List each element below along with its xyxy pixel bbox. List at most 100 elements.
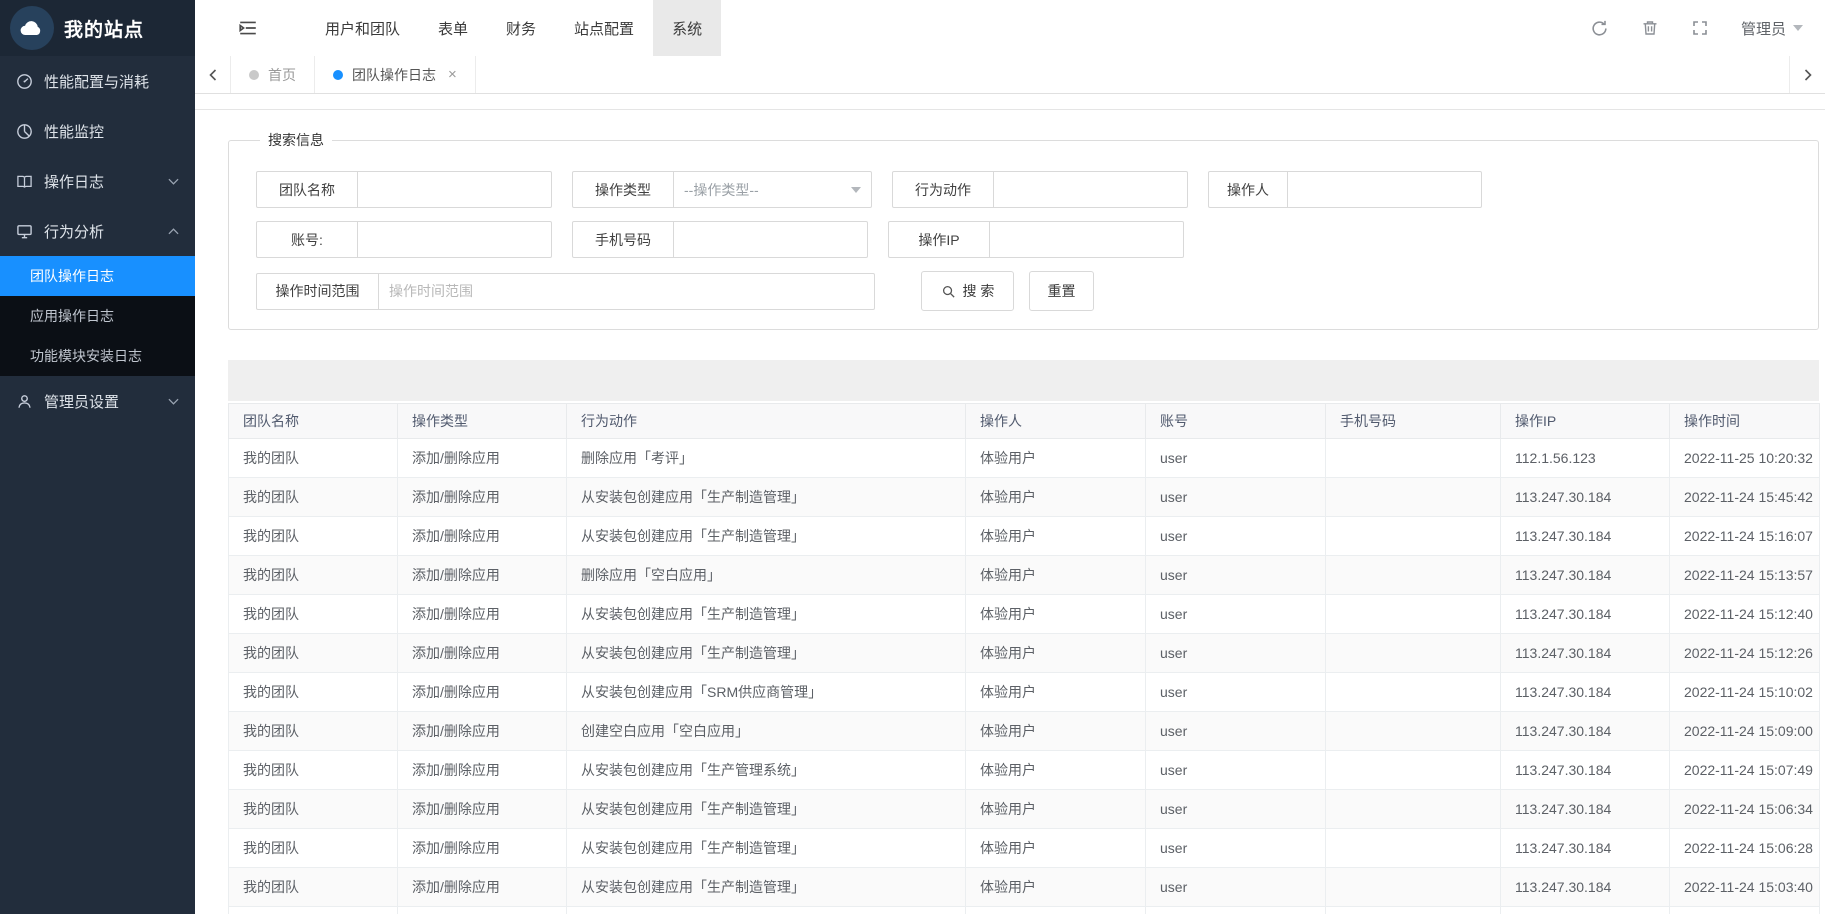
team-name-input[interactable] — [358, 171, 552, 208]
sidebar-subitem-team-operation-log[interactable]: 团队操作日志 — [0, 256, 195, 296]
cell-operator: 体验用户 — [966, 712, 1146, 751]
column-header: 账号 — [1146, 404, 1326, 439]
cell-action: 创建空白应用「空白应用」 — [567, 712, 966, 751]
cell-operator: 体验用户 — [966, 790, 1146, 829]
tab-home[interactable]: 首页 — [231, 56, 315, 93]
sidebar-item-label: 性能配置与消耗 — [44, 71, 149, 92]
chevron-down-icon — [168, 178, 179, 185]
search-button[interactable]: 搜 索 — [921, 271, 1014, 311]
sidebar: 我的站点 性能配置与消耗性能监控操作日志行为分析团队操作日志应用操作日志功能模块… — [0, 0, 195, 914]
book-icon — [16, 173, 33, 190]
cell-ip: 113.247.30.184 — [1501, 556, 1670, 595]
cell-action: 删除应用「考评」 — [567, 439, 966, 478]
sidebar-item-admin-settings[interactable]: 管理员设置 — [0, 376, 195, 426]
ip-input[interactable] — [990, 221, 1184, 258]
sidebar-item-perf-config[interactable]: 性能配置与消耗 — [0, 56, 195, 106]
cell-operator: 体验用户 — [966, 556, 1146, 595]
topbar-right: 管理员 — [1590, 0, 1803, 56]
sidebar-item-behavior-analysis[interactable]: 行为分析 — [0, 206, 195, 256]
cell-team-name: 我的团队 — [229, 556, 398, 595]
cell-team-name: 我的团队 — [229, 907, 398, 914]
cell-operation-type: 添加/删除应用 — [398, 712, 567, 751]
time-range-field: 操作时间范围 — [256, 273, 875, 310]
reset-button[interactable]: 重置 — [1029, 271, 1094, 311]
sidebar-item-label: 管理员设置 — [44, 391, 119, 412]
cell-operator: 体验用户 — [966, 595, 1146, 634]
account-input[interactable] — [358, 221, 552, 258]
cell-operator: 体验用户 — [966, 673, 1146, 712]
top-nav-item-users-teams[interactable]: 用户和团队 — [306, 0, 419, 56]
cell-time: 2022-11-24 15:03:40 — [1670, 868, 1820, 907]
phone-input[interactable] — [674, 221, 868, 258]
operation-type-select[interactable]: --操作类型-- — [674, 171, 872, 208]
table-row: 我的团队添加/删除应用从安装包创建应用「生产制造管理」体验用户user113.2… — [229, 478, 1820, 517]
cell-action: 从安装包创建应用「生产制造管理」 — [567, 595, 966, 634]
tabs-scroll-right-icon[interactable] — [1789, 56, 1825, 93]
tabs-scroll-left-icon[interactable] — [195, 56, 231, 93]
cell-action: 从安装包创建应用「SRM供应商管理」 — [567, 673, 966, 712]
tab-dot-icon — [333, 70, 343, 80]
cell-account: user — [1146, 478, 1326, 517]
cell-team-name: 我的团队 — [229, 868, 398, 907]
phone-field: 手机号码 — [572, 221, 868, 258]
cell-account: user — [1146, 751, 1326, 790]
operation-log-table: 团队名称操作类型行为动作操作人账号手机号码操作IP操作时间 我的团队添加/删除应… — [228, 403, 1820, 914]
action-input[interactable] — [994, 171, 1188, 208]
table-row: 我的团队添加/删除应用从安装包创建应用「生产制造管理」体验用户user113.2… — [229, 517, 1820, 556]
sidebar-item-operation-log[interactable]: 操作日志 — [0, 156, 195, 206]
operation-type-label: 操作类型 — [572, 171, 674, 208]
cell-account: user — [1146, 517, 1326, 556]
cell-ip: 113.247.30.184 — [1501, 907, 1670, 914]
table-row: 我的团队添加/删除应用从安装包创建应用「SRM供应商管理」体验用户user113… — [229, 673, 1820, 712]
sidebar-subitem-app-operation-log[interactable]: 应用操作日志 — [0, 296, 195, 336]
cell-action: 从安装包创建应用「生产管理系统」 — [567, 751, 966, 790]
cell-ip: 113.247.30.184 — [1501, 634, 1670, 673]
cell-phone — [1326, 517, 1501, 556]
top-nav-item-forms[interactable]: 表单 — [419, 0, 487, 56]
cell-ip: 113.247.30.184 — [1501, 478, 1670, 517]
cell-team-name: 我的团队 — [229, 712, 398, 751]
screen-icon — [16, 223, 33, 240]
top-nav: 用户和团队表单财务站点配置系统 — [306, 0, 721, 56]
cell-operation-type: 添加/删除应用 — [398, 790, 567, 829]
gauge-icon — [16, 73, 33, 90]
chevron-up-icon — [168, 228, 179, 235]
cell-operator: 体验用户 — [966, 751, 1146, 790]
operator-label: 操作人 — [1208, 171, 1288, 208]
cell-operation-type: 添加/删除应用 — [398, 868, 567, 907]
admin-dropdown[interactable]: 管理员 — [1741, 18, 1803, 39]
logo: 我的站点 — [0, 0, 195, 56]
trash-icon[interactable] — [1641, 19, 1659, 37]
cell-operation-type: 添加/删除应用 — [398, 829, 567, 868]
operator-input[interactable] — [1288, 171, 1482, 208]
cell-team-name: 我的团队 — [229, 829, 398, 868]
cell-operator: 体验用户 — [966, 478, 1146, 517]
top-nav-item-finance[interactable]: 财务 — [487, 0, 555, 56]
top-nav-item-site-config[interactable]: 站点配置 — [555, 0, 653, 56]
main-content: 搜索信息 团队名称 操作类型 --操作类型-- 行为动作 — [195, 109, 1825, 914]
cell-ip: 113.247.30.184 — [1501, 790, 1670, 829]
cell-operation-type: 添加/删除应用 — [398, 517, 567, 556]
time-range-input[interactable] — [379, 273, 875, 310]
cell-phone — [1326, 673, 1501, 712]
cell-action: 从安装包创建应用「生产制造管理」 — [567, 868, 966, 907]
cell-ip: 113.247.30.184 — [1501, 751, 1670, 790]
sidebar-subitem-module-install-log[interactable]: 功能模块安装日志 — [0, 336, 195, 376]
close-icon[interactable]: × — [448, 67, 457, 82]
search-panel: 搜索信息 团队名称 操作类型 --操作类型-- 行为动作 — [228, 130, 1819, 330]
top-nav-item-system[interactable]: 系统 — [653, 0, 721, 56]
tab-team-operation-log[interactable]: 团队操作日志× — [315, 56, 476, 93]
cell-ip: 113.247.30.184 — [1501, 595, 1670, 634]
cell-account: user — [1146, 712, 1326, 751]
cell-phone — [1326, 634, 1501, 673]
cell-phone — [1326, 556, 1501, 595]
sidebar-item-perf-monitor[interactable]: 性能监控 — [0, 106, 195, 156]
refresh-icon[interactable] — [1590, 19, 1609, 38]
account-field: 账号: — [256, 221, 552, 258]
table-row: 我的团队添加/删除应用从安装包创建应用「生产制造管理」体验用户user113.2… — [229, 907, 1820, 914]
caret-down-icon — [1793, 25, 1803, 31]
cell-operator: 体验用户 — [966, 907, 1146, 914]
fullscreen-icon[interactable] — [1691, 19, 1709, 37]
sidebar-item-label: 操作日志 — [44, 171, 104, 192]
collapse-menu-icon[interactable] — [238, 0, 258, 56]
